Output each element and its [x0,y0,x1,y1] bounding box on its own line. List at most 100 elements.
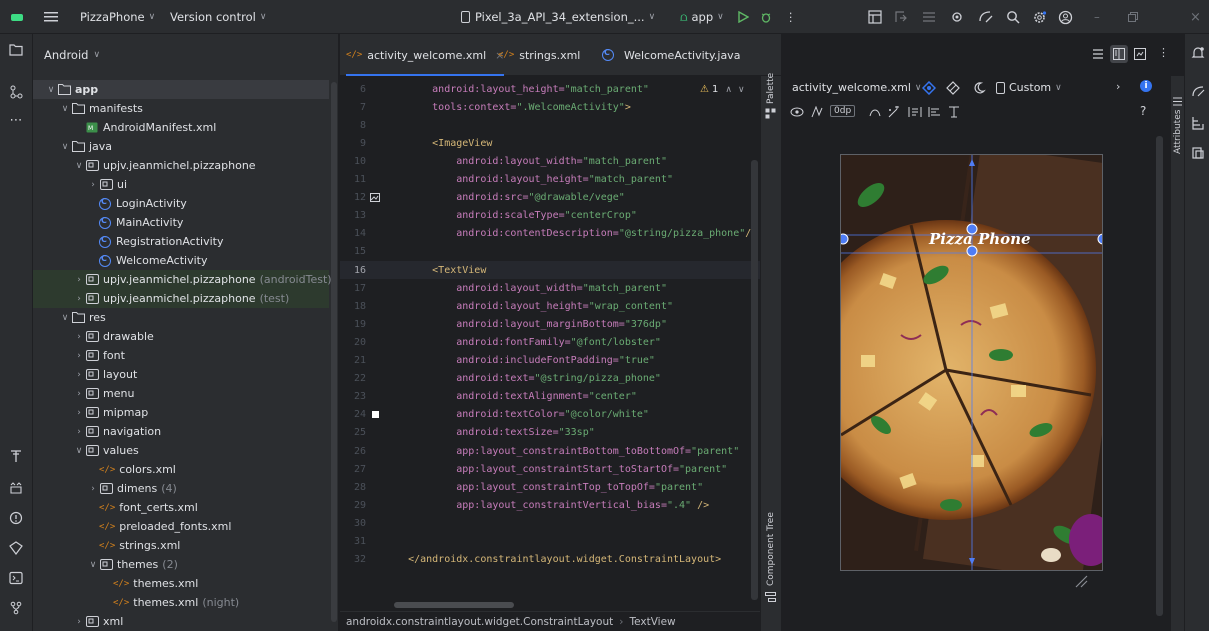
palette-tab[interactable]: Palette [766,73,776,104]
run-config-selector[interactable]: ⩍ app ∨ [680,0,724,34]
vcs-selector[interactable]: Version control ∨ [170,0,266,34]
main-menu-icon[interactable] [44,0,58,34]
account-icon[interactable] [1058,0,1073,34]
emulator-icon[interactable] [1191,146,1205,160]
previous-highlight-icon[interactable]: ∧ [725,85,732,95]
chevron-down-icon[interactable]: ∨ [59,104,71,114]
project-selector[interactable]: PizzaPhone ∨ [80,0,155,34]
chevron-right-icon[interactable]: › [73,351,85,361]
chevron-right-icon[interactable]: › [73,389,85,399]
align-icon[interactable] [928,106,942,118]
terminal-tool-icon[interactable] [6,568,26,588]
device-size-selector[interactable]: Custom ∨ [996,81,1062,94]
code-line[interactable]: 16 <TextView [340,261,760,279]
restore-icon[interactable] [1128,0,1138,34]
run-button[interactable] [738,0,749,34]
code-line[interactable]: 31 [340,533,760,551]
search-icon[interactable] [1006,0,1020,34]
project-view-selector[interactable]: Android ∨ [33,34,338,76]
attributes-tab[interactable]: Attributes [1173,110,1183,154]
tree-item[interactable]: </> font_certs.xml [33,498,329,517]
attributes-icon[interactable] [1172,96,1184,108]
info-icon[interactable]: i [1140,80,1152,92]
apply-code-changes-icon[interactable] [922,0,936,34]
code-line[interactable]: 15 [340,243,760,261]
project-tool-icon[interactable] [6,40,26,60]
apply-changes-icon[interactable] [894,0,908,34]
code-line[interactable]: 12 android:src="@drawable/vege" [340,189,760,207]
default-margins-field[interactable]: 0dp [830,105,856,117]
split-view-button[interactable] [1110,45,1128,63]
resize-handle-icon[interactable] [1072,572,1088,588]
tree-item[interactable]: MainActivity [33,213,329,232]
code-line[interactable]: 25 android:textSize="33sp" [340,424,760,442]
chevron-right-icon[interactable]: › [87,484,99,494]
chevron-right-icon[interactable]: › [73,617,85,627]
chevron-right-icon[interactable]: › [73,427,85,437]
tree-item[interactable]: </> strings.xml [33,536,329,555]
device-file-explorer-icon[interactable] [1191,116,1205,130]
code-line[interactable]: 8 [340,116,760,134]
tree-item[interactable]: ∨ values [33,441,329,460]
tree-item[interactable]: › upjv.jeanmichel.pizzaphone (androidTest) [33,270,332,289]
inspection-widget[interactable]: ⚠ 1 ∧ ∨ [700,84,745,95]
pack-icon[interactable] [908,106,922,118]
code-line[interactable]: 24 android:textColor="@color/white" [340,406,760,424]
tree-item[interactable]: ∨ java [33,137,329,156]
guidelines-icon[interactable] [948,106,960,118]
layout-file-selector[interactable]: activity_welcome.xml ∨ [792,81,922,94]
structure-tool-icon[interactable] [6,82,26,102]
running-devices-icon[interactable] [1191,84,1205,98]
tree-item[interactable]: › layout [33,365,329,384]
chevron-down-icon[interactable]: ∨ [59,313,71,323]
more-actions-icon[interactable]: ⋮ [785,0,797,34]
design-surface-icon[interactable] [922,81,936,95]
code-line[interactable]: 17 android:layout_width="match_parent" [340,279,760,297]
code-line[interactable]: 28 app:layout_constraintTop_toTopOf="par… [340,478,760,496]
code-line[interactable]: 30 [340,514,760,532]
tree-item[interactable]: LoginActivity [33,194,329,213]
tree-item[interactable]: › menu [33,384,329,403]
code-line[interactable]: 32 </androidx.constraintlayout.widget.Co… [340,551,760,569]
infer-constraints-icon[interactable] [886,106,900,118]
tree-item[interactable]: </> preloaded_fonts.xml [33,517,329,536]
design-canvas-area[interactable]: Pizza Phone [782,128,1170,631]
code-line[interactable]: 10 android:layout_width="match_parent" [340,152,760,170]
code-editor[interactable]: 6 android:layout_height="match_parent" 7 … [340,77,760,611]
code-line[interactable]: 23 android:textAlignment="center" [340,388,760,406]
code-line[interactable]: 11 android:layout_height="match_parent" [340,171,760,189]
debug-button[interactable] [760,0,772,34]
device-manager-icon[interactable] [978,0,994,34]
chevron-right-icon[interactable]: › [1116,80,1120,93]
next-highlight-icon[interactable]: ∨ [738,85,745,95]
close-window-icon[interactable]: × [1190,0,1201,34]
layout-preview[interactable]: Pizza Phone [840,154,1103,571]
tree-item[interactable]: › upjv.jeanmichel.pizzaphone (test) [33,289,329,308]
breadcrumb-item[interactable]: TextView [629,616,675,628]
tree-item[interactable]: WelcomeActivity [33,251,329,270]
code-line[interactable]: 21 android:includeFontPadding="true" [340,352,760,370]
tab-activity-welcome[interactable]: </> activity_welcome.xml × [346,34,505,76]
chevron-right-icon[interactable]: › [73,332,85,342]
image-gutter-icon[interactable] [366,193,384,203]
version-control-tool-icon[interactable] [6,598,26,618]
tree-item[interactable]: ∨ manifests [33,99,329,118]
tree-item[interactable]: </> themes.xml (night) [33,593,329,612]
code-line[interactable]: 7 tools:context=".WelcomeActivity"> [340,98,760,116]
tab-strings[interactable]: </> strings.xml [498,34,580,76]
chevron-right-icon[interactable]: › [73,370,85,380]
tree-item[interactable]: ∨ upjv.jeanmichel.pizzaphone [33,156,329,175]
chevron-down-icon[interactable]: ∨ [73,446,85,456]
autoconnect-icon[interactable] [810,106,824,118]
orientation-icon[interactable] [946,81,960,95]
tree-item[interactable]: ∨ res [33,308,329,327]
code-line[interactable]: 19 android:layout_marginBottom="376dp" [340,315,760,333]
view-options-icon[interactable] [790,106,804,118]
tree-item[interactable]: </> colors.xml [33,460,329,479]
settings-gear-icon[interactable] [1032,0,1047,34]
code-line[interactable]: 14 android:contentDescription="@string/p… [340,225,760,243]
device-selector[interactable]: Pixel_3a_API_34_extension_... ∨ [460,0,655,34]
tree-item[interactable]: › dimens (4) [33,479,329,498]
design-scrollbar[interactable] [1156,136,1163,616]
code-line[interactable]: 18 android:layout_height="wrap_content" [340,297,760,315]
